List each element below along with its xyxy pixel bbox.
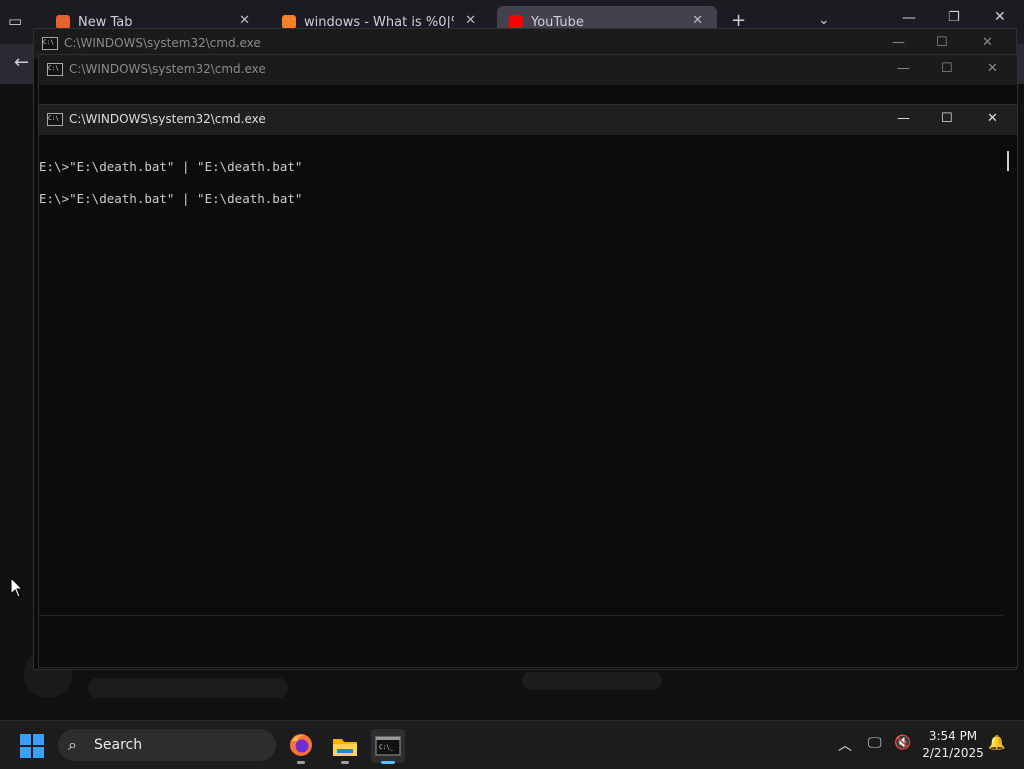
mouse-cursor-icon	[10, 577, 24, 598]
volume-muted-icon[interactable]: 🔇	[894, 735, 911, 751]
back-arrow-icon[interactable]: ←	[14, 52, 29, 73]
cmd-app-icon: C:\	[42, 37, 58, 50]
cmd-window-title: C:\WINDOWS\system32\cmd.exe	[64, 36, 261, 50]
console-line: E:\>"E:\death.bat" | "E:\death.bat"	[39, 191, 303, 206]
browser-restore-button[interactable]: ❐	[948, 10, 960, 25]
list-all-tabs-chevron-icon[interactable]: ⌄	[818, 12, 830, 28]
cmd-app-icon: C:\	[47, 63, 63, 76]
page-placeholder-bar	[522, 672, 662, 690]
cmd-app-icon: C:\	[47, 113, 63, 126]
taskbar-file-explorer[interactable]	[328, 729, 362, 764]
running-indicator	[297, 761, 305, 764]
active-indicator	[381, 761, 395, 764]
close-button[interactable]: ✕	[987, 61, 998, 76]
tab-overview-icon[interactable]: ▭	[8, 12, 30, 32]
windows-start-icon[interactable]	[20, 734, 44, 758]
console-line: E:\>"E:\death.bat" | "E:\death.bat"	[39, 159, 303, 174]
network-icon[interactable]: 🖵	[868, 735, 882, 751]
minimize-button[interactable]: —	[892, 35, 905, 50]
tab-close-icon[interactable]: ✕	[465, 13, 476, 28]
taskbar-clock[interactable]: 3:54 PM 2/21/2025	[922, 728, 984, 762]
search-icon: ⌕	[68, 735, 77, 754]
file-explorer-icon	[333, 739, 357, 756]
stackoverflow-tab-icon	[282, 15, 296, 29]
taskbar-firefox[interactable]	[284, 729, 318, 764]
show-hidden-icons-chevron-icon[interactable]: ︿	[838, 735, 852, 755]
console-text: E:\>"E:\death.bat" | "E:\death.bat" E:\>…	[39, 151, 302, 215]
search-label: Search	[94, 737, 143, 753]
cmd-window-title: C:\WINDOWS\system32\cmd.exe	[69, 62, 266, 76]
maximize-button[interactable]: ☐	[941, 61, 953, 76]
minimize-button[interactable]: —	[897, 61, 910, 76]
clock-time: 3:54 PM	[928, 729, 978, 743]
minimize-button[interactable]: —	[897, 111, 910, 126]
taskbar: ⌕ Search C:\_ ︿ 🖵 🔇 3:54 PM 2/21/2025 🔔	[0, 720, 1024, 769]
notification-bell-icon[interactable]: 🔔	[988, 735, 1005, 751]
console-output[interactable]: E:\>"E:\death.bat" | "E:\death.bat" E:\>…	[39, 135, 1017, 667]
page-placeholder-bar	[88, 678, 288, 698]
scrollbar-thumb[interactable]	[1007, 151, 1009, 171]
running-indicator	[341, 761, 349, 764]
taskbar-cmd[interactable]: C:\_	[371, 729, 405, 764]
firefox-icon	[290, 734, 312, 756]
tab-close-icon[interactable]: ✕	[692, 13, 703, 28]
maximize-button[interactable]: ☐	[941, 111, 953, 126]
close-button[interactable]: ✕	[982, 35, 993, 50]
console-divider	[39, 615, 1003, 616]
clock-date: 2/21/2025	[922, 746, 984, 760]
close-button[interactable]: ✕	[987, 111, 998, 126]
tab-close-icon[interactable]: ✕	[239, 13, 250, 28]
maximize-button[interactable]: ☐	[936, 35, 948, 50]
browser-minimize-button[interactable]: —	[902, 10, 916, 26]
svg-text:C:\_: C:\_	[379, 744, 394, 751]
youtube-tab-icon	[509, 15, 523, 29]
cmd-title-bar[interactable]: C:\ C:\WINDOWS\system32\cmd.exe — ☐ ✕	[39, 105, 1017, 135]
firefox-tab-icon	[56, 15, 70, 29]
browser-close-button[interactable]: ✕	[994, 9, 1006, 25]
cmd-window-title: C:\WINDOWS\system32\cmd.exe	[69, 112, 266, 126]
cmd-title-bar[interactable]: C:\ C:\WINDOWS\system32\cmd.exe — ☐ ✕	[39, 55, 1017, 85]
cmd-window-active[interactable]: C:\ C:\WINDOWS\system32\cmd.exe — ☐ ✕ E:…	[38, 104, 1018, 668]
terminal-icon: C:\_	[375, 736, 401, 756]
taskbar-search[interactable]: ⌕ Search	[58, 729, 276, 761]
